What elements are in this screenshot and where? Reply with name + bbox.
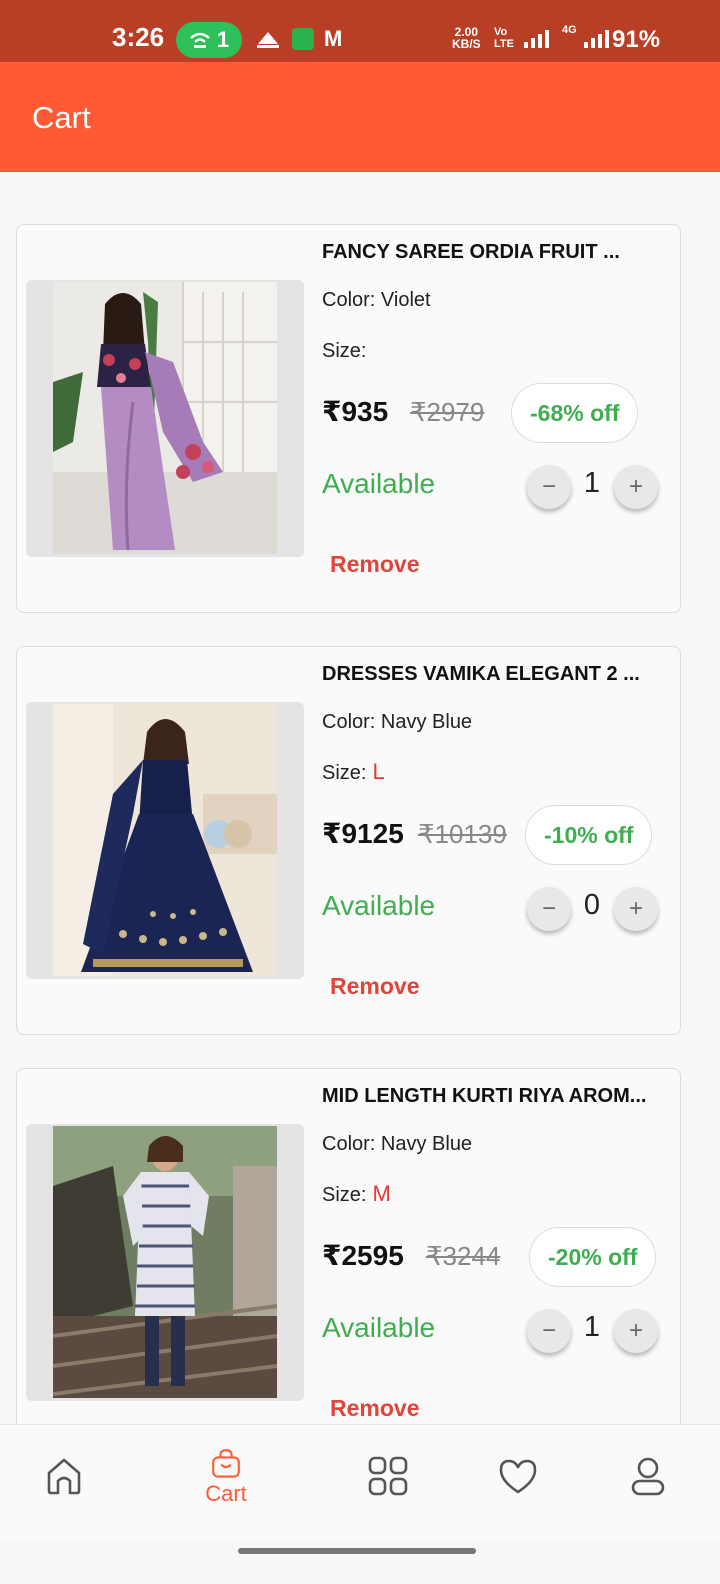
discount-badge: -68% off [511,383,639,443]
battery-level: 91% [612,26,661,53]
decrease-quantity-button[interactable]: − [527,465,571,509]
product-image[interactable] [26,1124,304,1401]
cart-item: FANCY SAREE ORDIA FRUIT ... Color: Viole… [16,224,681,613]
decrease-quantity-button[interactable]: − [527,887,571,931]
network-type: 4G [562,24,577,36]
product-color: Color: Navy Blue [322,1133,473,1155]
increase-quantity-button[interactable]: + [614,1309,658,1353]
nav-categories[interactable] [358,1455,418,1515]
size-label: Size: [322,1184,367,1206]
notification-icons: M [254,28,342,50]
remove-button[interactable]: Remove [330,1395,419,1422]
app-bar: Cart [0,62,720,172]
increase-quantity-button[interactable]: + [614,465,658,509]
product-color: Color: Navy Blue [322,711,473,733]
sale-price: ₹9125 [322,818,404,849]
product-size: Size: L [322,759,385,785]
nav-profile[interactable] [618,1455,678,1515]
cart-item: DRESSES VAMIKA ELEGANT 2 ... Color: Navy… [16,646,681,1035]
decrease-quantity-button[interactable]: − [527,1309,571,1353]
saree-image [53,282,277,554]
discount-badge: -20% off [529,1227,657,1287]
quantity-value: 0 [583,889,601,921]
sale-price: ₹2595 [322,1240,404,1271]
size-value: L [372,759,385,784]
bottom-navigation: Cart [0,1424,720,1542]
volte-indicator: Vo LTE [494,26,514,50]
shopping-bag-icon [212,1449,240,1478]
home-icon [47,1458,81,1495]
remove-button[interactable]: Remove [330,973,419,1000]
remove-button[interactable]: Remove [330,551,419,578]
hotspot-indicator: 1 [176,22,242,58]
gesture-handle[interactable] [238,1548,476,1554]
product-title[interactable]: MID LENGTH KURTI RIYA AROM... [322,1085,677,1108]
product-title[interactable]: FANCY SAREE ORDIA FRUIT ... [322,241,677,264]
cart-item: MID LENGTH KURTI RIYA AROM... Color: Nav… [16,1068,681,1424]
nav-cart[interactable]: Cart [196,1447,256,1507]
product-image[interactable] [26,702,304,979]
status-bar: 3:26 1 M 2.00 KB/S Vo LTE 4G 91% [0,0,720,62]
messages-app-icon [292,28,314,50]
network-speed: 2.00 KB/S [452,25,481,51]
product-title[interactable]: DRESSES VAMIKA ELEGANT 2 ... [322,663,677,686]
hotspot-icon [190,32,210,48]
user-icon [631,1457,665,1496]
signal-icon [524,28,549,48]
hotspot-count: 1 [216,27,230,52]
heart-icon [499,1459,537,1494]
kurti-image [53,1126,277,1398]
page-title: Cart [32,100,91,135]
status-time: 3:26 [112,22,165,52]
quantity-value: 1 [583,467,601,499]
gmail-icon: M [324,26,343,51]
original-price: ₹3244 [426,1241,501,1271]
availability-status: Available [322,468,436,499]
nav-home[interactable] [34,1455,94,1515]
sale-price: ₹935 [322,396,389,427]
size-label: Size: [322,340,367,362]
nav-wishlist[interactable] [488,1455,548,1515]
grid-icon [368,1456,408,1496]
cart-list[interactable]: FANCY SAREE ORDIA FRUIT ... Color: Viole… [0,172,720,1424]
product-size: Size: M [322,1181,391,1207]
product-image[interactable] [26,280,304,557]
original-price: ₹10139 [418,819,507,849]
size-label: Size: [322,762,367,784]
availability-status: Available [322,890,436,921]
increase-quantity-button[interactable]: + [614,887,658,931]
original-price: ₹2979 [410,397,485,427]
product-size: Size: [322,337,372,363]
availability-status: Available [322,1312,436,1343]
product-color: Color: Violet [322,289,431,311]
news-app-icon [257,32,279,48]
discount-badge: -10% off [525,805,653,865]
signal-icon-2 [584,28,609,48]
nav-cart-label: Cart [205,1481,247,1506]
dress-image [53,704,277,976]
quantity-value: 1 [583,1311,601,1343]
size-value: M [372,1181,391,1206]
